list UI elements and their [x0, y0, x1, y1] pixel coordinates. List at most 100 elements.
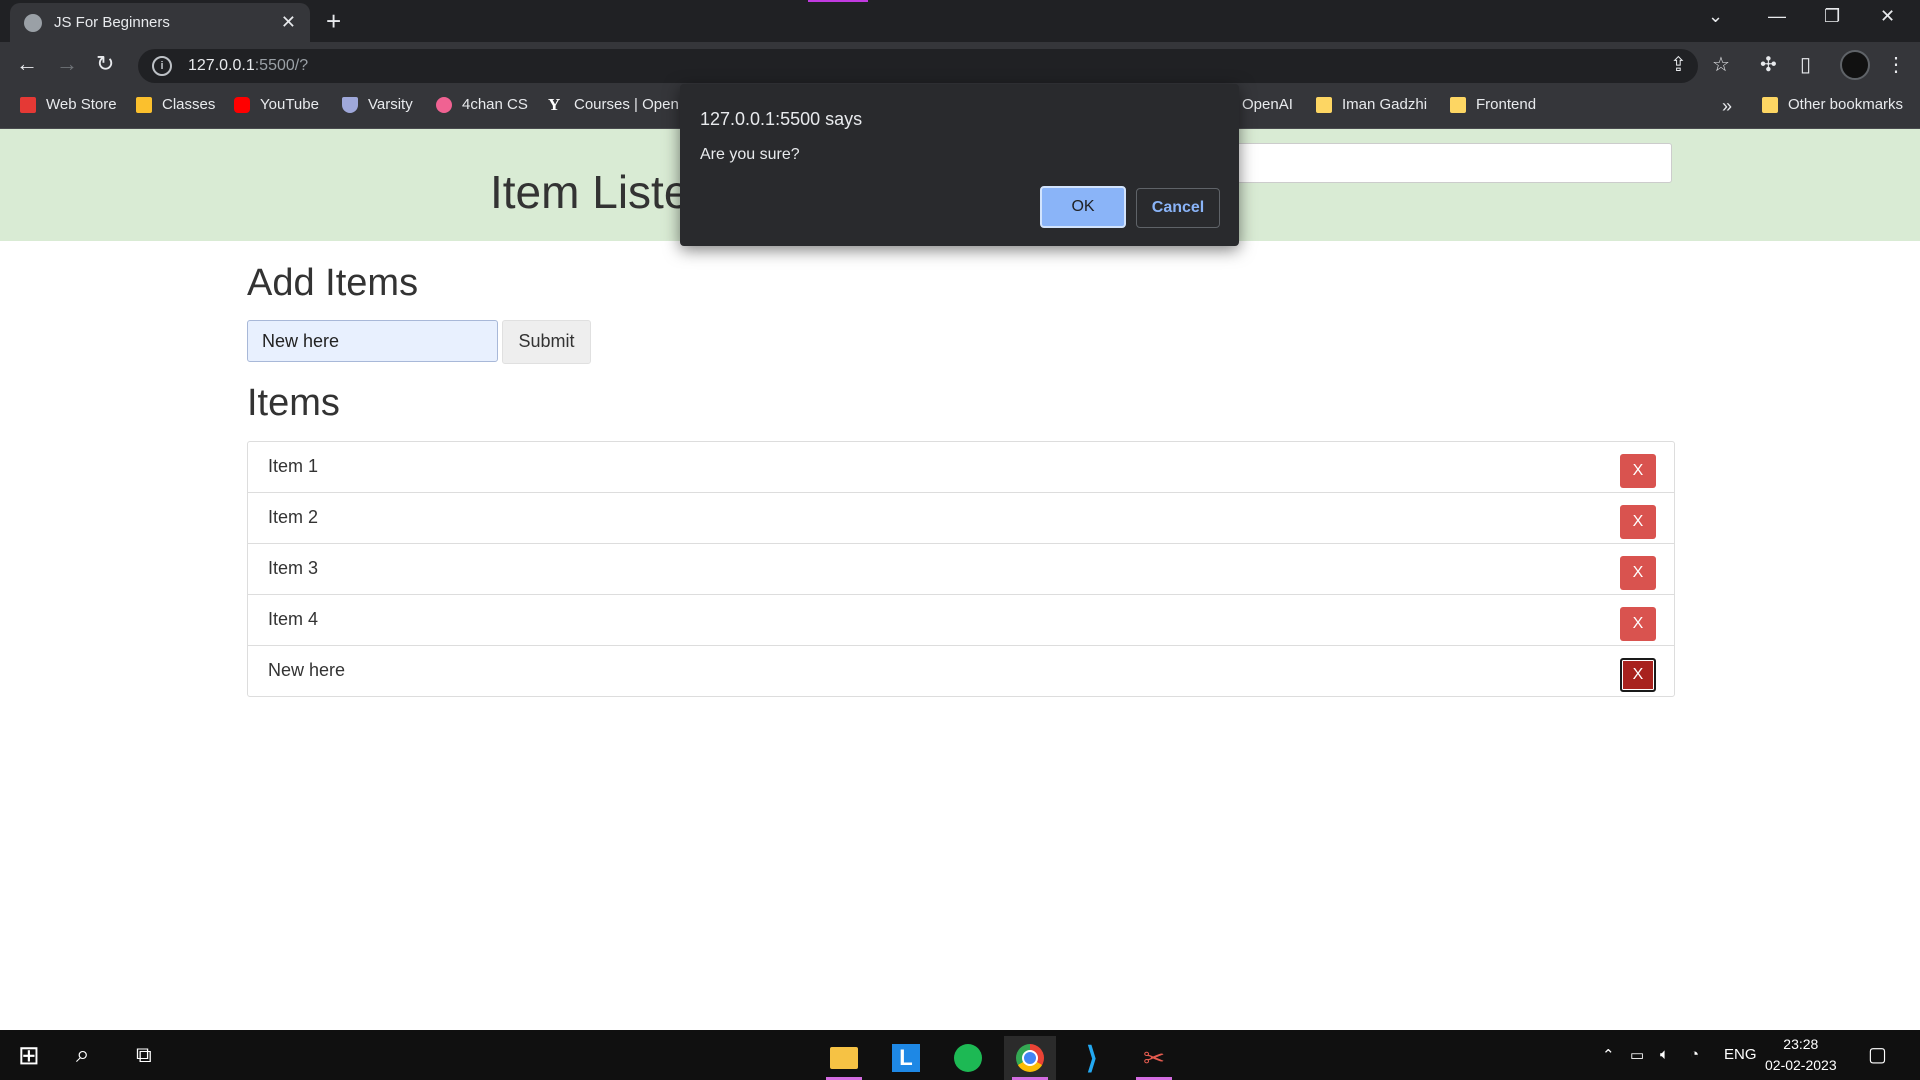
address-bar[interactable]: i 127.0.0.1:5500/?	[138, 49, 1698, 83]
folder-icon	[1450, 96, 1466, 113]
bookmark-label: Other bookmarks	[1788, 96, 1904, 113]
folder-icon	[1316, 96, 1332, 113]
bookmark-4chan-cs[interactable]: 4chan CS	[436, 96, 528, 113]
bookmark-web-store[interactable]: Web Store	[20, 96, 117, 113]
url-path: :5500/?	[254, 57, 309, 74]
leaf-icon	[436, 96, 452, 113]
forward-icon[interactable]: →	[56, 52, 78, 76]
bookmark-label: Courses | Open	[574, 96, 679, 113]
items-heading: Items	[247, 382, 340, 424]
browser-toolbar: ← → ↻ i 127.0.0.1:5500/? ⇪ ☆ ✣ ▯ ⋮	[0, 42, 1920, 88]
vscode-icon[interactable]: ⟩	[1066, 1036, 1118, 1080]
bookmark-folder-frontend[interactable]: Frontend	[1450, 96, 1536, 113]
bookmark-courses-open[interactable]: Y Courses | Open	[548, 94, 679, 114]
bookmark-label: Classes	[162, 96, 216, 113]
bookmarks-overflow-button[interactable]: »	[1722, 96, 1732, 117]
globe-icon	[24, 13, 42, 32]
cancel-button[interactable]: Cancel	[1136, 188, 1220, 228]
l-app-icon[interactable]: L	[880, 1036, 932, 1080]
language-indicator[interactable]: ENG	[1724, 1046, 1757, 1063]
list-item: Item 2 X	[248, 493, 1674, 544]
delete-button-focused[interactable]: X	[1620, 658, 1656, 692]
other-bookmarks[interactable]: Other bookmarks	[1762, 96, 1903, 113]
site-info-icon[interactable]: i	[152, 56, 172, 76]
ok-button[interactable]: OK	[1040, 186, 1126, 228]
tray-overflow-icon[interactable]: ⌃	[1602, 1046, 1615, 1064]
tab-strip: JS For Beginners ✕ + ⌄ — ❐ ✕	[0, 0, 1920, 42]
item-label: Item 3	[268, 558, 319, 578]
bookmark-youtube[interactable]: YouTube	[234, 96, 319, 113]
delete-button[interactable]: X	[1620, 454, 1656, 488]
bookmark-varsity[interactable]: Varsity	[342, 96, 413, 113]
menu-icon[interactable]: ⋮	[1886, 53, 1906, 77]
confirm-dialog: 127.0.0.1:5500 says Are you sure? OK Can…	[680, 84, 1239, 246]
chrome-icon[interactable]	[1004, 1036, 1056, 1080]
item-label: Item 4	[268, 609, 319, 629]
item-label: Item 2	[268, 507, 319, 527]
web-store-icon	[20, 96, 36, 113]
list-item: New here X	[248, 646, 1674, 696]
bookmark-label: Iman Gadzhi	[1342, 96, 1428, 113]
bookmark-label: Web Store	[46, 96, 117, 113]
clock[interactable]: 23:28 02-02-2023	[1765, 1034, 1837, 1076]
folder-icon	[1762, 96, 1778, 113]
clock-date: 02-02-2023	[1765, 1057, 1837, 1073]
snipping-tool-icon[interactable]: ✂	[1128, 1036, 1180, 1080]
dialog-message: Are you sure?	[700, 146, 800, 163]
url-host: 127.0.0.1	[188, 57, 255, 74]
page-title: Item Lister	[490, 166, 705, 218]
item-label: Item 1	[268, 456, 319, 476]
share-icon[interactable]: ⇪	[1670, 53, 1687, 77]
items-list: Item 1 X Item 2 X Item 3 X Item 4 X New …	[247, 441, 1675, 697]
restore-icon[interactable]: ❐	[1824, 6, 1840, 27]
delete-button[interactable]: X	[1620, 556, 1656, 590]
new-tab-button[interactable]: +	[326, 6, 341, 36]
search-icon[interactable]: ⌕	[76, 1040, 89, 1070]
battery-icon[interactable]: ▭	[1630, 1046, 1644, 1064]
bookmark-folder-iman-gadzhi[interactable]: Iman Gadzhi	[1316, 96, 1427, 113]
extensions-icon[interactable]: ✣	[1760, 53, 1777, 77]
close-window-icon[interactable]: ✕	[1880, 6, 1895, 27]
bookmark-label: YouTube	[260, 96, 319, 113]
bookmark-star-icon[interactable]: ☆	[1712, 53, 1730, 77]
spotify-icon[interactable]	[942, 1036, 994, 1080]
back-icon[interactable]: ←	[16, 52, 38, 76]
filter-input[interactable]	[1230, 143, 1672, 183]
notifications-icon[interactable]: ▢	[1868, 1042, 1887, 1067]
close-tab-icon[interactable]: ✕	[281, 12, 296, 33]
bookmark-label: Frontend	[1476, 96, 1537, 113]
bookmark-openai[interactable]: OpenAI	[1242, 96, 1293, 113]
tab-active[interactable]: JS For Beginners ✕	[10, 3, 310, 42]
submit-button[interactable]: Submit	[502, 320, 591, 364]
volume-icon[interactable]: 🔈︎	[1660, 1046, 1669, 1063]
shield-icon	[342, 96, 358, 113]
side-panel-icon[interactable]: ▯	[1800, 53, 1811, 77]
item-input[interactable]: New here	[247, 320, 498, 362]
reload-icon[interactable]: ↻	[96, 52, 114, 76]
list-item: Item 1 X	[248, 442, 1674, 493]
delete-button[interactable]: X	[1620, 607, 1656, 641]
yale-icon: Y	[548, 94, 561, 114]
dialog-title: 127.0.0.1:5500 says	[700, 109, 863, 129]
minimize-icon[interactable]: —	[1768, 6, 1786, 27]
bookmark-label: 4chan CS	[462, 96, 528, 113]
clock-time: 23:28	[1783, 1036, 1819, 1052]
bookmark-label: Varsity	[368, 96, 413, 113]
wifi-icon[interactable]: ◔	[1690, 1046, 1699, 1063]
task-view-icon[interactable]: ⧉	[136, 1040, 152, 1070]
item-label: New here	[268, 660, 346, 680]
delete-button[interactable]: X	[1620, 505, 1656, 539]
file-explorer-icon[interactable]	[818, 1036, 870, 1080]
windows-taskbar: ⊞ ⌕ ⧉ L ⟩ ✂ ⌃ ▭ 🔈︎ ◔ ENG 23:28 02-02-202…	[0, 1030, 1920, 1080]
add-items-heading: Add Items	[247, 262, 419, 304]
bookmark-label: OpenAI	[1242, 96, 1293, 113]
windows-start-icon[interactable]: ⊞	[18, 1040, 40, 1070]
bookmark-classes[interactable]: Classes	[136, 96, 215, 113]
tab-title: JS For Beginners	[54, 14, 170, 31]
tab-indicator	[808, 0, 868, 2]
list-item: Item 3 X	[248, 544, 1674, 595]
tab-search-icon[interactable]: ⌄	[1708, 6, 1723, 27]
list-item: Item 4 X	[248, 595, 1674, 646]
profile-avatar[interactable]	[1840, 50, 1870, 80]
classroom-icon	[136, 96, 152, 113]
